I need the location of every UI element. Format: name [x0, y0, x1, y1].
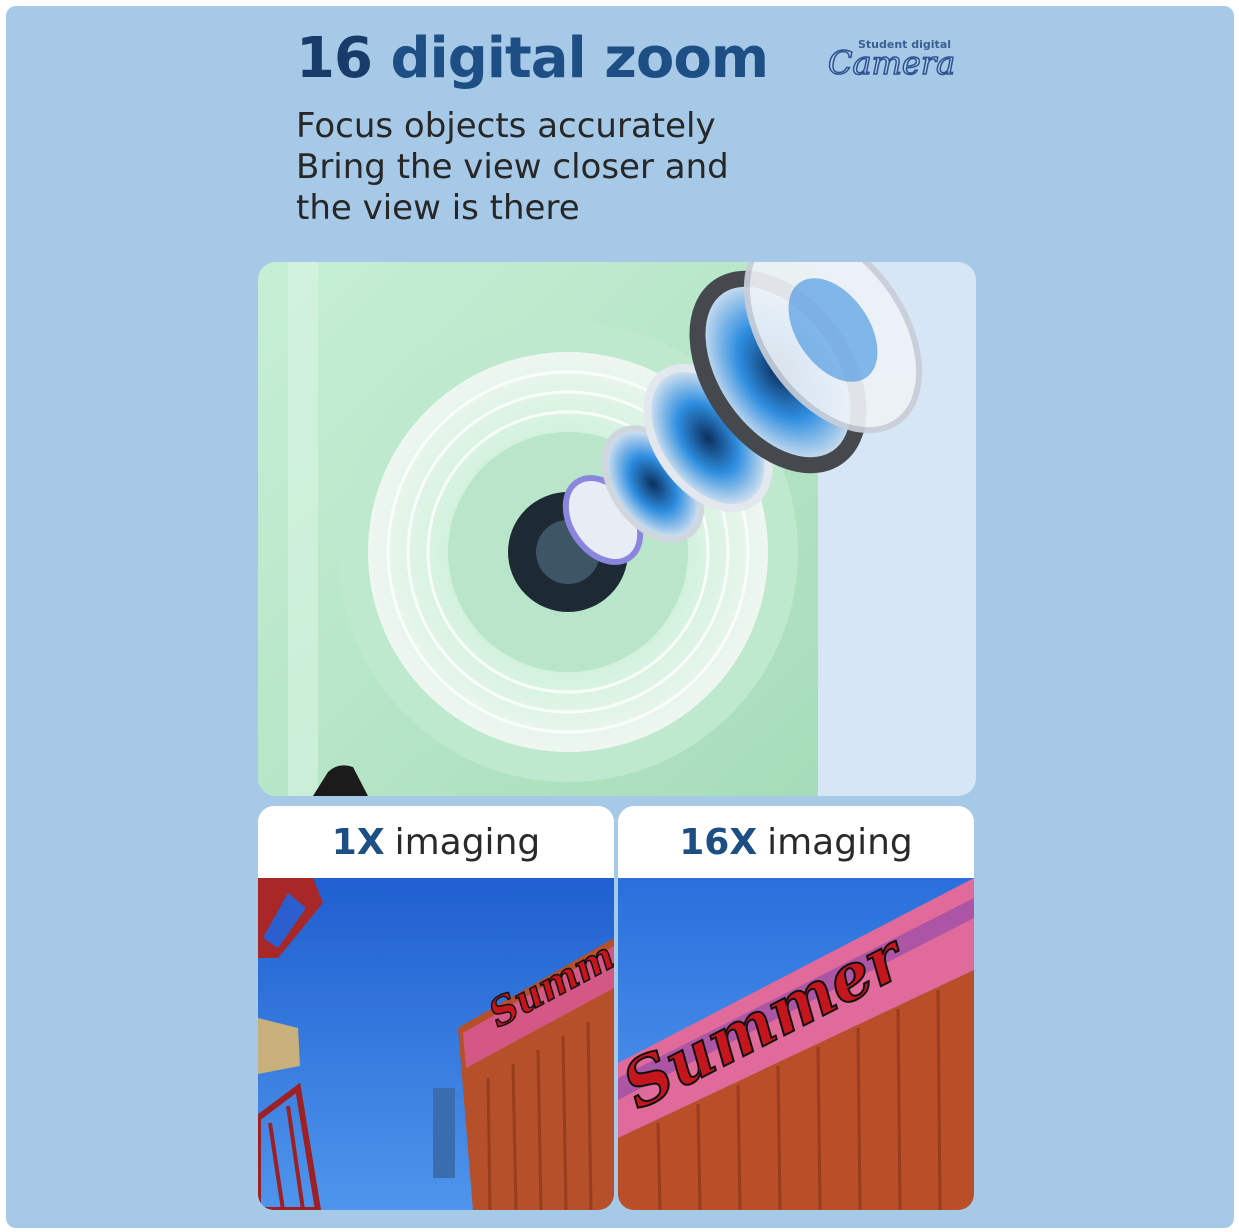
- zoom-level: 1X: [331, 821, 385, 863]
- imaging-text: imaging: [394, 821, 541, 863]
- comparison-card-16x: 16X imaging Summer: [618, 806, 974, 1210]
- imaging-text: imaging: [767, 821, 913, 863]
- title-text: digital zoom: [390, 26, 769, 91]
- photo-1x: Summ: [258, 878, 614, 1210]
- brand-logo: Student digital Camera: [827, 36, 963, 86]
- comparison-label: 16X imaging: [618, 806, 974, 878]
- camera-edge-highlight: [288, 262, 318, 796]
- photo-16x: Summer: [618, 878, 974, 1210]
- product-panel: 16 digital zoom Focus objects accurately…: [6, 6, 1234, 1228]
- logo-big-text: Camera: [827, 43, 956, 83]
- subtitle-line: Bring the view closer and: [296, 147, 729, 187]
- lens-illustration: [258, 262, 976, 796]
- comparison-card-1x: 1X imaging Summ: [258, 806, 614, 1210]
- page-title: 16 digital zoom: [296, 26, 769, 91]
- zoom-level: 16X: [679, 821, 758, 863]
- subtitle-line: the view is there: [296, 188, 580, 228]
- title-number: 16: [296, 26, 373, 91]
- subtitle: Focus objects accurately Bring the view …: [296, 106, 729, 229]
- poster: [433, 1088, 455, 1178]
- comparison-label: 1X imaging: [258, 806, 614, 878]
- subtitle-line: Focus objects accurately: [296, 106, 716, 146]
